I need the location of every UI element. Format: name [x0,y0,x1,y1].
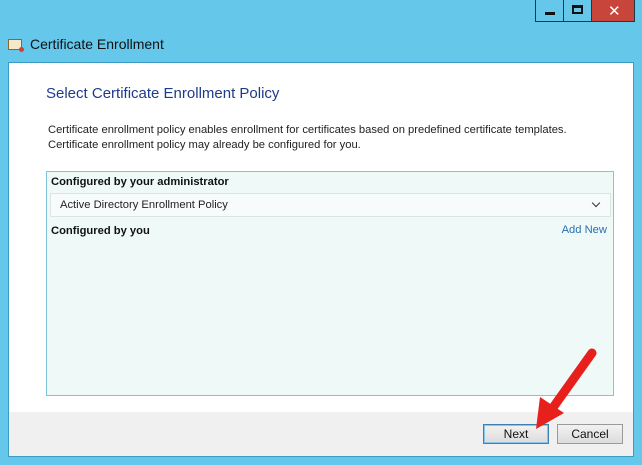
description-line-1: Certificate enrollment policy enables en… [48,124,567,136]
page-description: Certificate enrollment policy enables en… [48,123,567,153]
close-button[interactable]: ✕ [591,0,635,22]
policy-item-label: Active Directory Enrollment Policy [60,199,228,211]
wizard-content: Select Certificate Enrollment Policy Cer… [8,62,634,457]
close-icon: ✕ [608,2,621,20]
certificate-enrollment-window: ✕ Certificate Enrollment Select Certific… [0,0,642,465]
minimize-button[interactable] [535,0,563,22]
minimize-icon [545,12,555,15]
certificate-icon [8,38,24,52]
title-bar: Certificate Enrollment [8,34,164,54]
chevron-down-icon[interactable] [591,198,601,208]
admin-section-label: Configured by your administrator [51,176,229,188]
maximize-button[interactable] [563,0,591,22]
maximize-icon [572,5,583,14]
page-heading: Select Certificate Enrollment Policy [46,85,280,102]
policy-list-panel: Configured by your administrator Active … [46,171,614,396]
policy-item-active-directory[interactable]: Active Directory Enrollment Policy [50,193,611,217]
cancel-button[interactable]: Cancel [557,424,623,444]
user-section-label: Configured by you [51,225,150,237]
description-line-2: Certificate enrollment policy may alread… [48,139,361,151]
add-new-link[interactable]: Add New [562,224,607,236]
window-controls: ✕ [535,0,635,22]
next-button[interactable]: Next [483,424,549,444]
wizard-footer: Next Cancel [9,412,633,456]
window-title: Certificate Enrollment [30,36,164,52]
